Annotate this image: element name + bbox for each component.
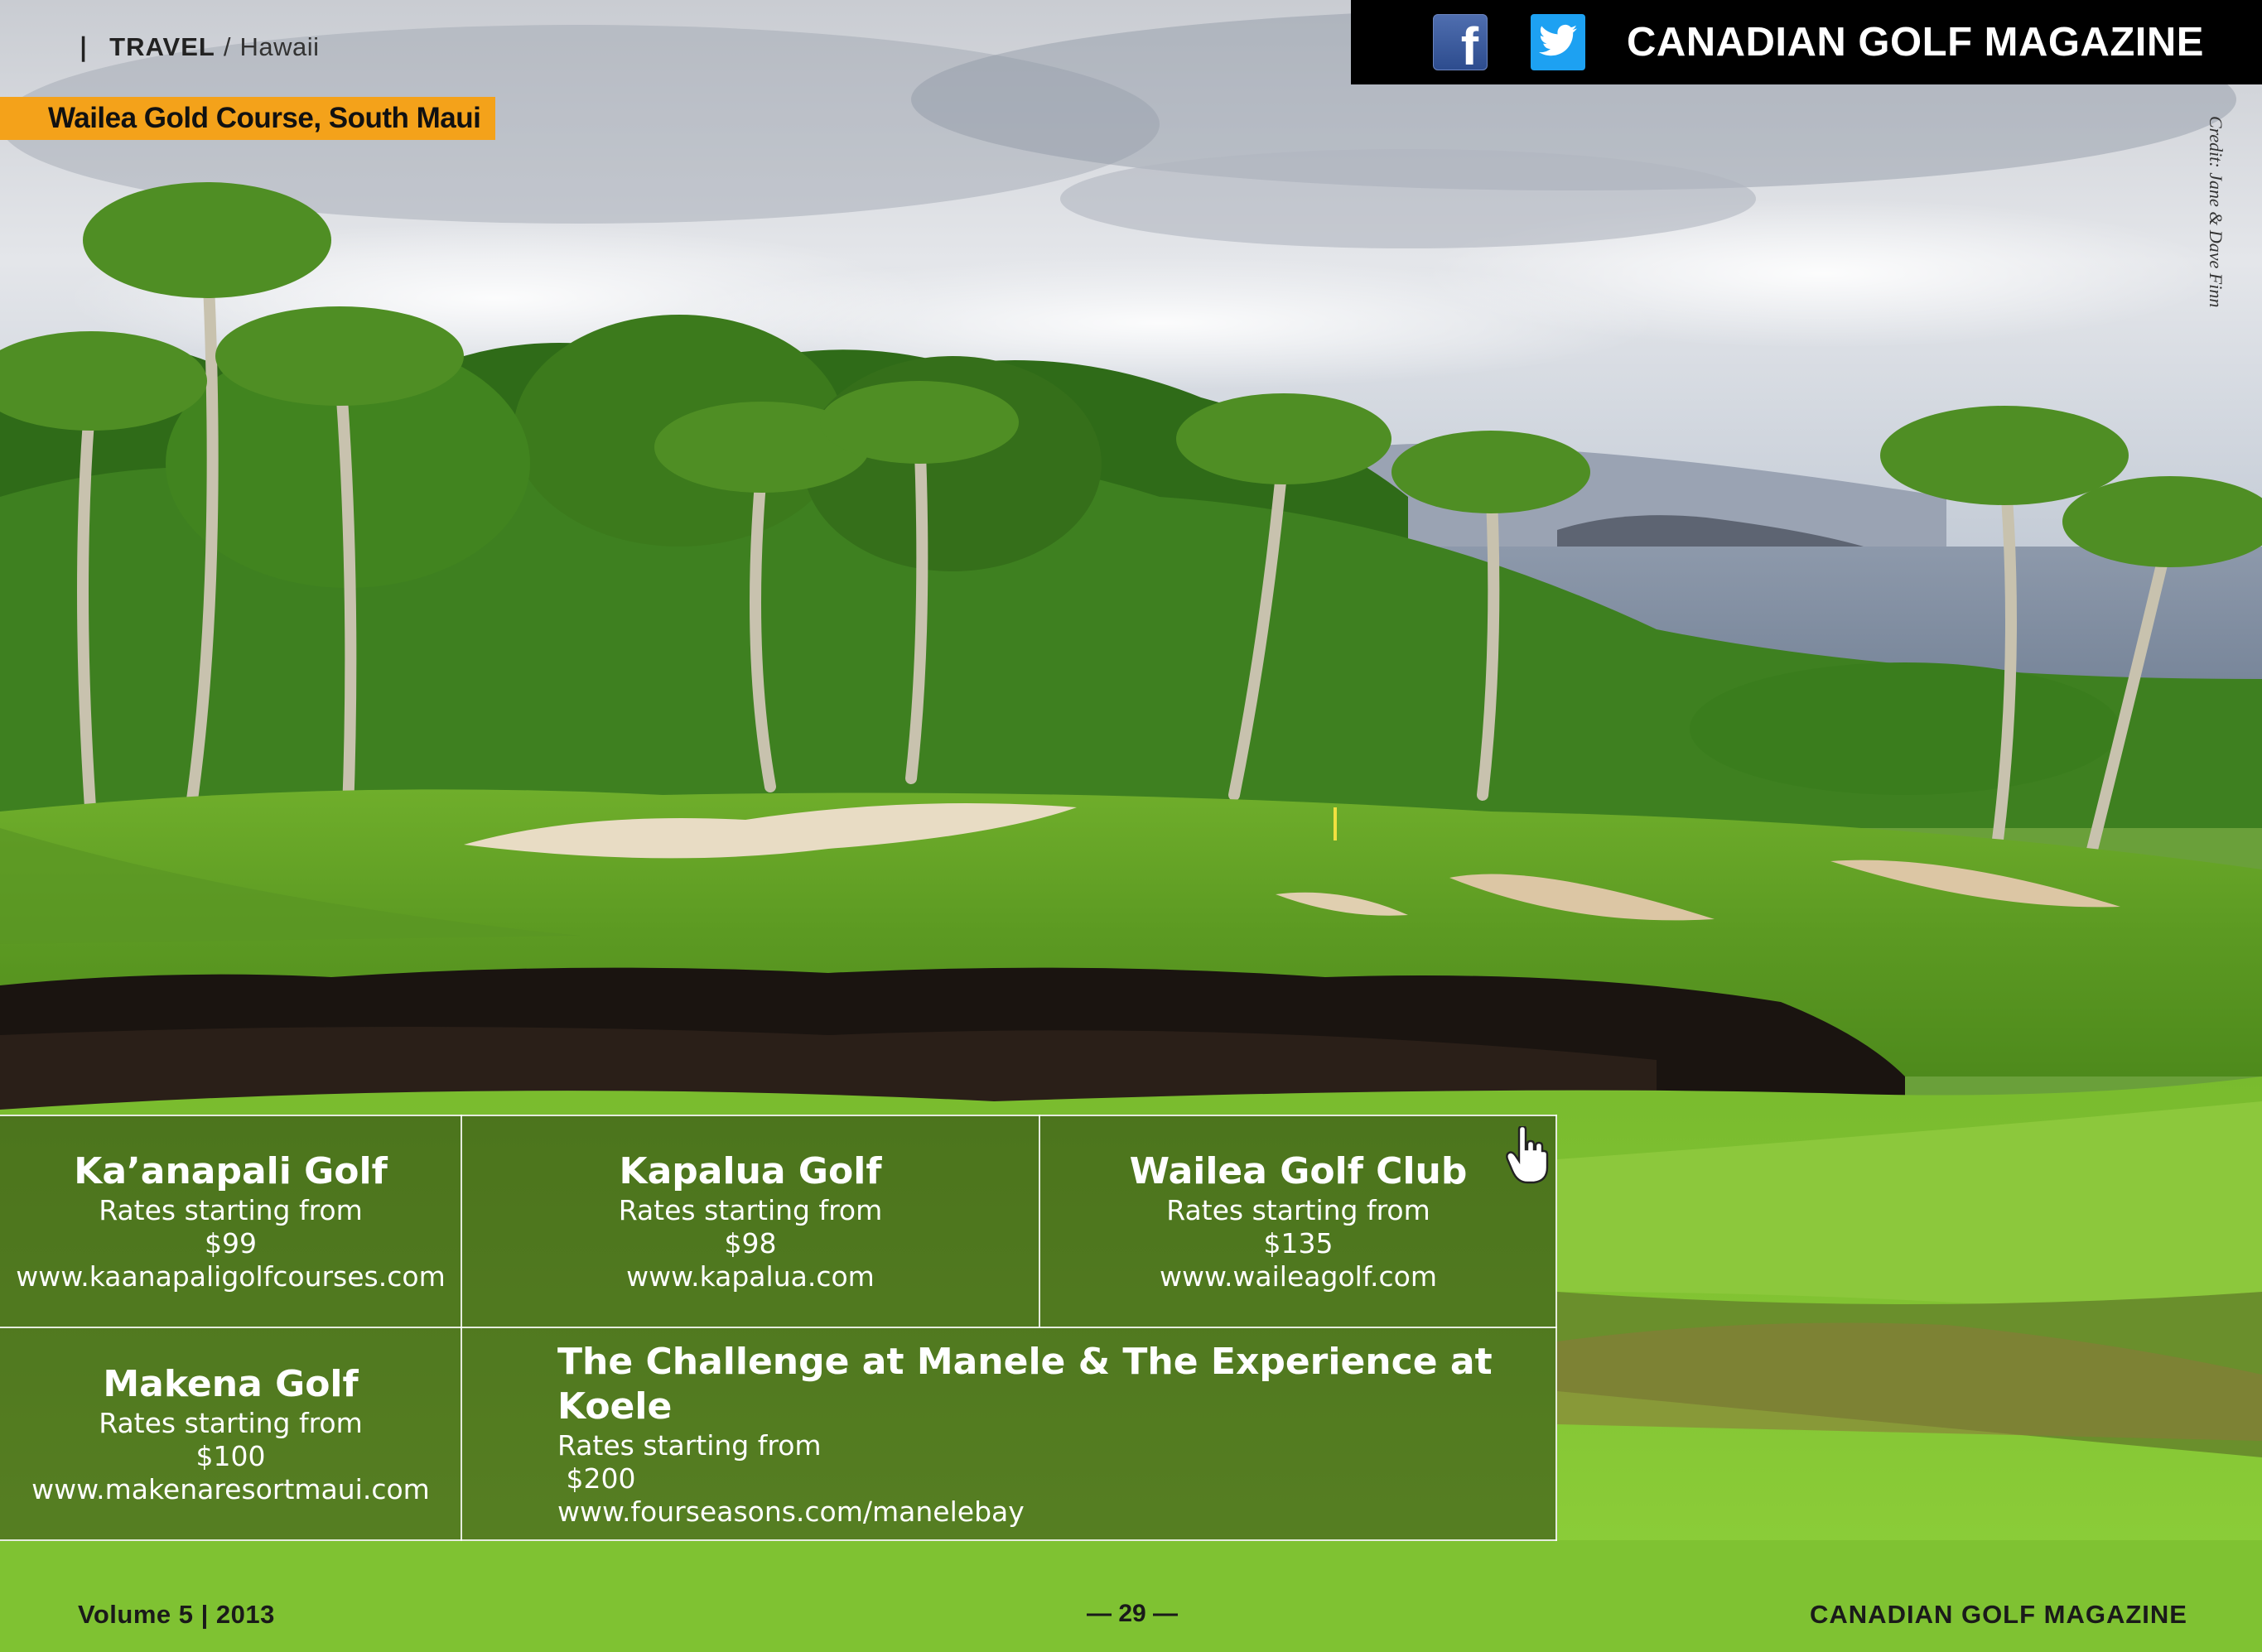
rates-label: Rates starting from — [557, 1429, 822, 1462]
course-price: $100 — [195, 1440, 266, 1472]
grid-line-right — [1555, 1115, 1557, 1541]
course-url-link[interactable]: www.makenaresortmaui.com — [0, 1473, 461, 1506]
course-url-link[interactable]: www.kapalua.com — [461, 1260, 1039, 1293]
rates-label: Rates starting from — [99, 1193, 363, 1226]
twitter-bird-icon — [1539, 24, 1577, 56]
footer-volume: Volume 5 | 2013 — [78, 1600, 275, 1629]
course-cell-wailea[interactable]: Wailea Golf Club Rates starting from $13… — [1039, 1115, 1557, 1327]
rates-label: Rates starting from — [1166, 1193, 1430, 1226]
course-price: $135 — [1263, 1226, 1334, 1259]
section-separator: / — [223, 32, 232, 61]
footer-publication: CANADIAN GOLF MAGAZINE — [1810, 1600, 2187, 1629]
section-header: ❘ TRAVEL / Hawaii — [73, 28, 320, 66]
grid-line-bottom — [0, 1539, 1557, 1541]
course-url-link[interactable]: www.fourseasons.com/manelebay — [557, 1495, 1557, 1529]
course-cell-kaanapali[interactable]: Ka’anapali Golf Rates starting from $99 … — [0, 1115, 461, 1327]
section-subcategory: Hawaii — [239, 32, 320, 61]
course-cell-kapalua[interactable]: Kapalua Golf Rates starting from $98 www… — [461, 1115, 1039, 1327]
rates-label: Rates starting from — [99, 1407, 363, 1439]
facebook-glyph: f — [1460, 17, 1478, 76]
course-name: Wailea Golf Club — [1129, 1149, 1468, 1192]
course-price: $98 — [724, 1226, 777, 1259]
course-price: $200 — [557, 1462, 636, 1495]
course-cell-makena[interactable]: Makena Golf Rates starting from $100 www… — [0, 1327, 461, 1541]
course-name: Ka’anapali Golf — [74, 1149, 388, 1192]
hand-cursor-icon — [1506, 1126, 1549, 1184]
course-url-link[interactable]: www.kaanapaligolfcourses.com — [0, 1260, 461, 1293]
twitter-icon[interactable] — [1531, 14, 1585, 70]
section-marker-icon: ❘ — [73, 33, 95, 61]
facebook-icon[interactable]: f — [1433, 14, 1488, 76]
rates-label: Rates starting from — [618, 1193, 883, 1226]
course-rates-table: Ka’anapali Golf Rates starting from $99 … — [0, 1115, 1557, 1541]
masthead-bar: f CANADIAN GOLF MAGAZINE — [1351, 0, 2262, 84]
course-name: The Challenge at Manele & The Experience… — [557, 1341, 1493, 1428]
photo-caption: Wailea Gold Course, South Maui — [0, 97, 495, 140]
course-cell-manele-koele[interactable]: The Challenge at Manele & The Experience… — [461, 1327, 1557, 1541]
masthead-title[interactable]: CANADIAN GOLF MAGAZINE — [1627, 0, 2204, 84]
course-url-link[interactable]: www.waileagolf.com — [1039, 1260, 1557, 1293]
course-name: Makena Golf — [103, 1363, 359, 1405]
grid-line-col2 — [1039, 1115, 1040, 1327]
grid-line-top — [0, 1115, 1557, 1116]
grid-line-col1 — [461, 1115, 462, 1541]
footer-page-number: — 29 — — [1087, 1600, 1179, 1627]
course-price: $99 — [205, 1226, 257, 1259]
section-category: TRAVEL — [109, 32, 215, 61]
photo-credit: Credit: Jane & Dave Finn — [2206, 116, 2226, 308]
grid-line-middle — [0, 1327, 1557, 1328]
course-name: Kapalua Golf — [619, 1149, 882, 1192]
